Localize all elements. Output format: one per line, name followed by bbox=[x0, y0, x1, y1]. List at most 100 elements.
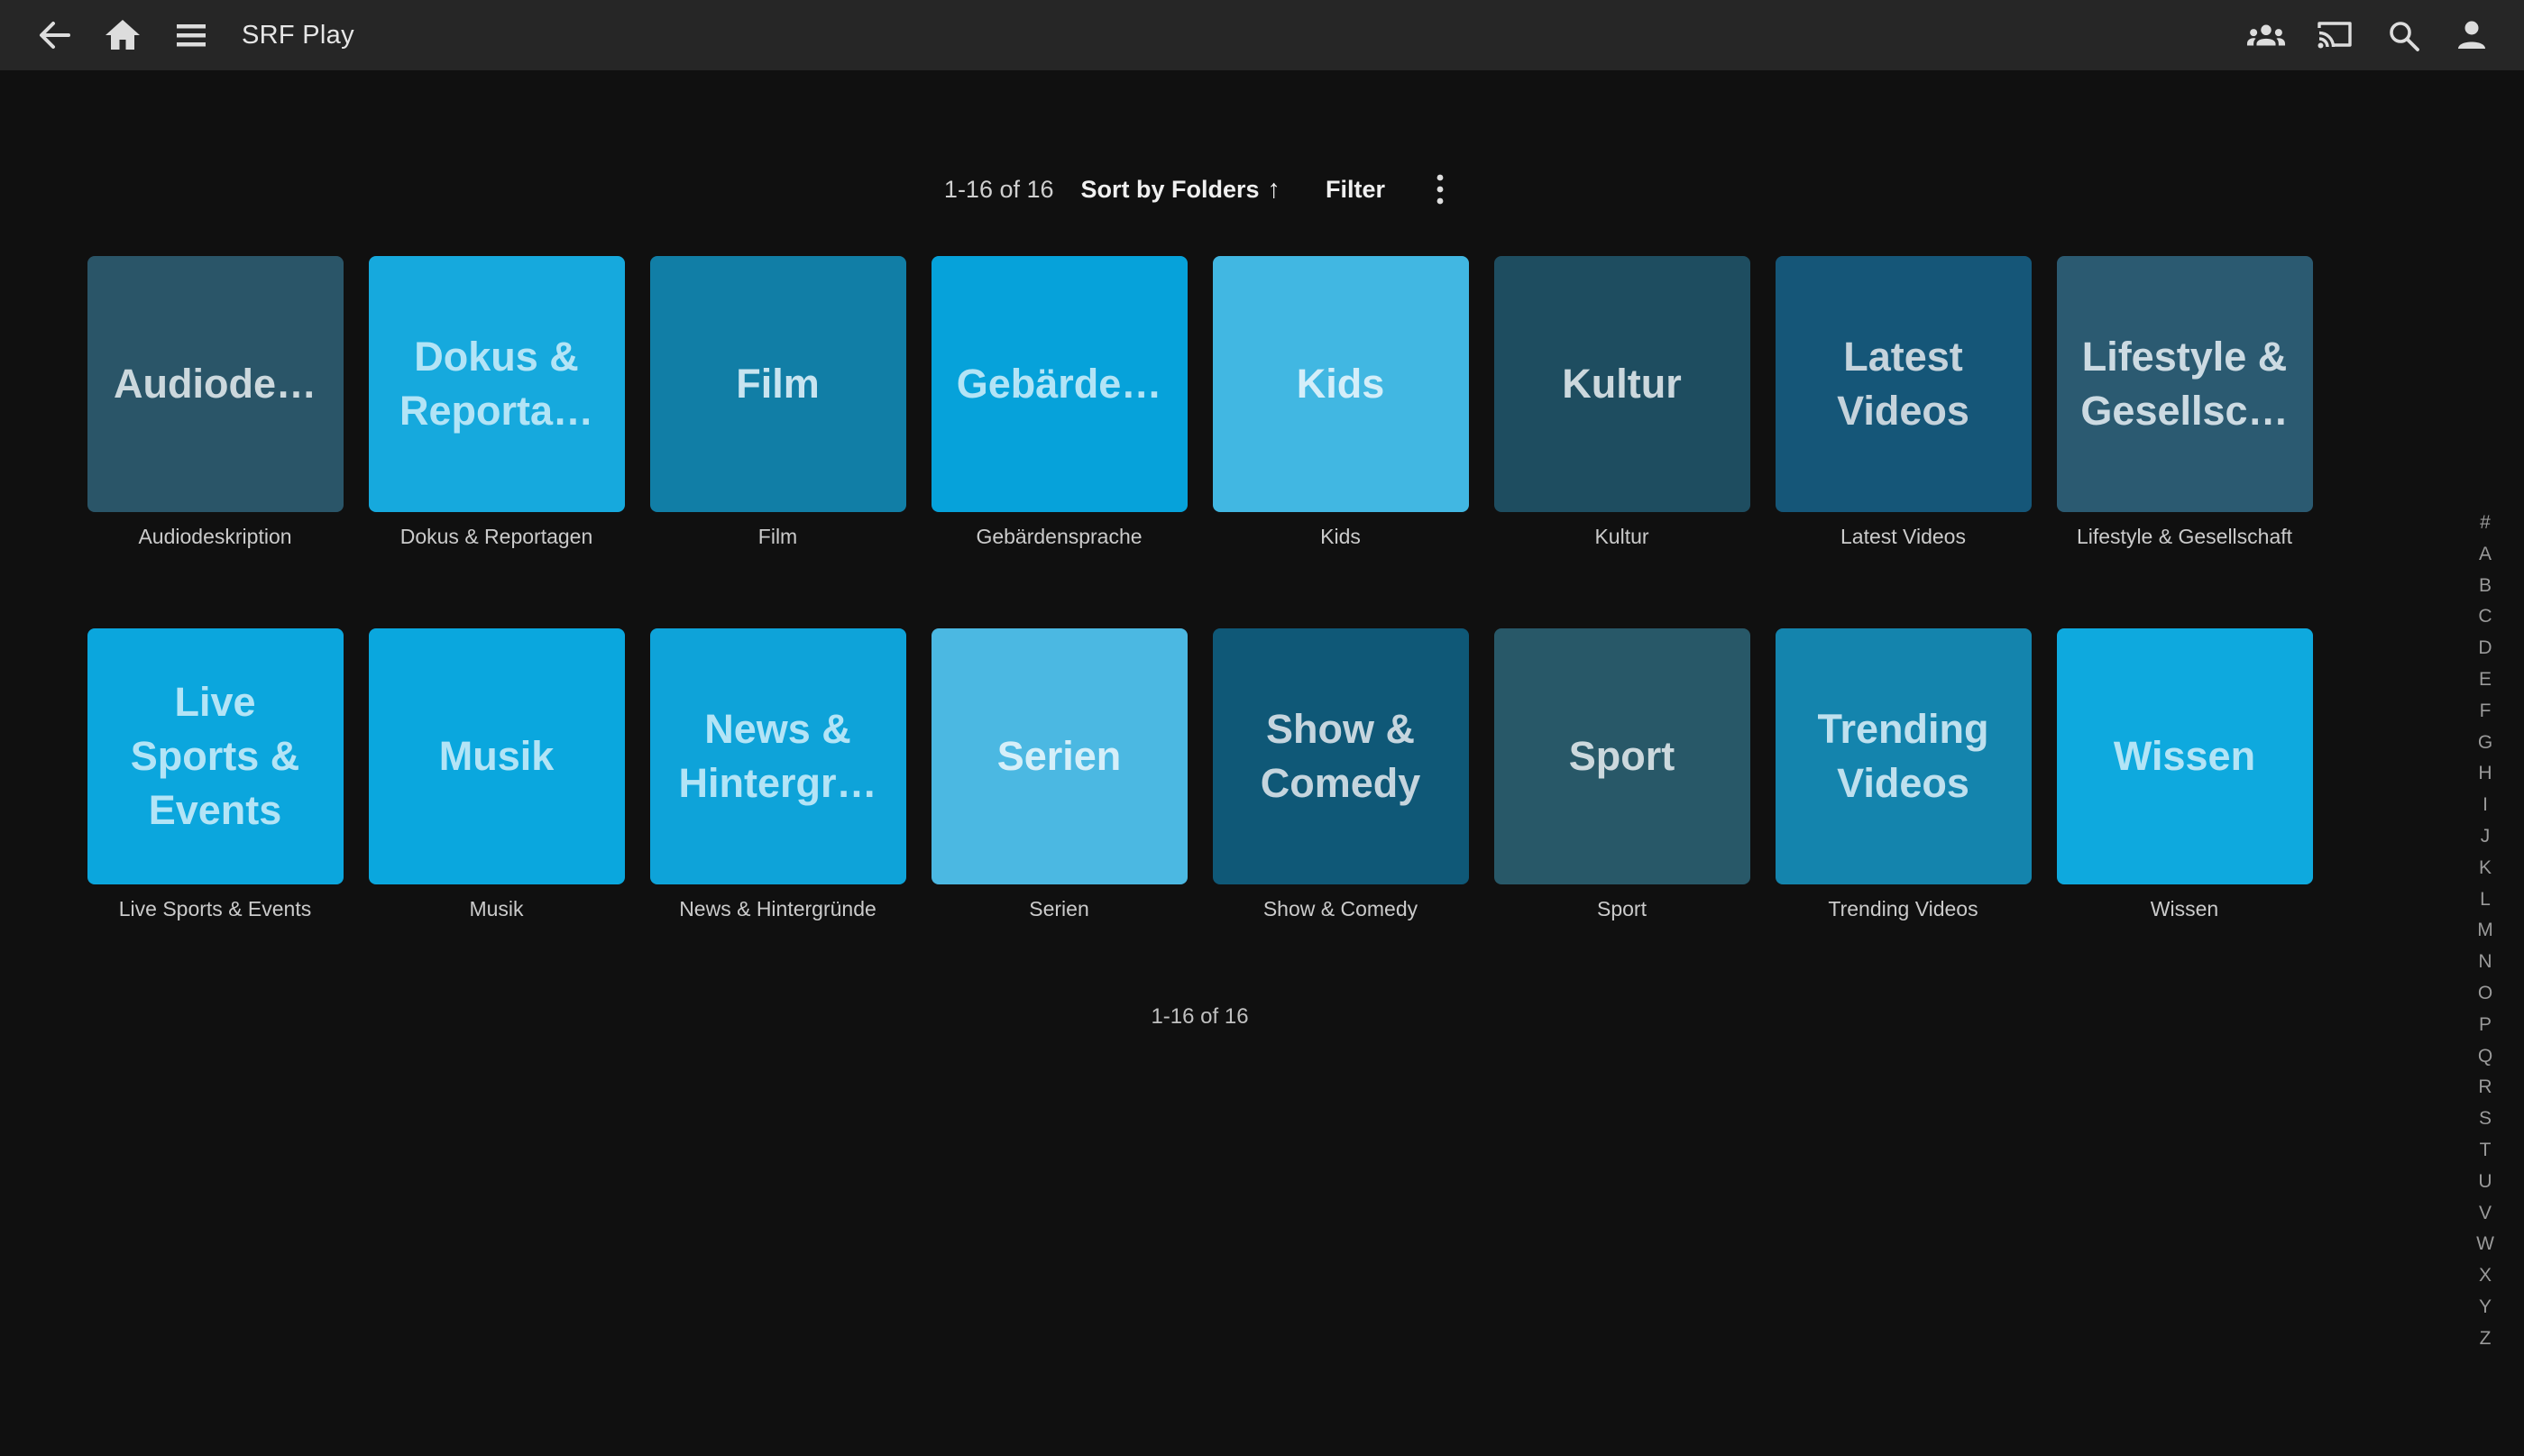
folder-tile-musik[interactable]: Musik bbox=[369, 628, 625, 884]
alpha-letter-f[interactable]: F bbox=[2480, 696, 2492, 728]
alpha-letter-v[interactable]: V bbox=[2479, 1198, 2492, 1230]
folder-tile-title: Kids bbox=[1288, 357, 1394, 411]
cast-icon bbox=[2315, 15, 2354, 55]
folder-tile-audiodeskription[interactable]: Audiode… bbox=[87, 256, 344, 512]
alpha-letter-g[interactable]: G bbox=[2478, 728, 2492, 759]
alpha-letter-hash[interactable]: # bbox=[2480, 508, 2491, 539]
folder-name-label[interactable]: Wissen bbox=[2057, 897, 2313, 921]
folder-name-label[interactable]: Trending Videos bbox=[1776, 897, 2032, 921]
folder-name-label[interactable]: Film bbox=[650, 525, 906, 549]
alpha-letter-j[interactable]: J bbox=[2481, 821, 2491, 853]
folder-tile-kids[interactable]: Kids bbox=[1213, 256, 1469, 512]
back-arrow-icon bbox=[36, 17, 72, 53]
folder-name-label[interactable]: News & Hintergründe bbox=[650, 897, 906, 921]
library-folder-wissen: Wissen Wissen bbox=[2057, 628, 2313, 921]
search-button[interactable] bbox=[2383, 15, 2423, 55]
folder-tile-title: Audiode… bbox=[105, 357, 326, 411]
search-icon bbox=[2384, 16, 2422, 54]
alpha-letter-b[interactable]: B bbox=[2479, 571, 2492, 602]
library-folder-trending-videos: Trending Videos Trending Videos bbox=[1776, 628, 2032, 921]
folder-tile-live-sports-events[interactable]: Live Sports & Events bbox=[87, 628, 344, 884]
library-folder-live-sports-events: Live Sports & Events Live Sports & Events bbox=[87, 628, 344, 921]
folder-tile-title: Sport bbox=[1560, 729, 1684, 783]
folder-tile-news-hintergruende[interactable]: News & Hintergr… bbox=[650, 628, 906, 884]
back-button[interactable] bbox=[34, 15, 74, 55]
user-button[interactable] bbox=[2452, 15, 2492, 55]
cast-button[interactable] bbox=[2315, 15, 2354, 55]
folder-name-label[interactable]: Latest Videos bbox=[1776, 525, 2032, 549]
folder-name-label[interactable]: Gebärdensprache bbox=[932, 525, 1188, 549]
alpha-letter-u[interactable]: U bbox=[2478, 1167, 2492, 1198]
library-folder-film: Film Film bbox=[650, 256, 906, 549]
alpha-letter-n[interactable]: N bbox=[2478, 947, 2492, 978]
folder-tile-title: Film bbox=[727, 357, 829, 411]
alpha-letter-k[interactable]: K bbox=[2479, 853, 2492, 884]
alpha-letter-c[interactable]: C bbox=[2478, 601, 2492, 633]
folder-name-label[interactable]: Audiodeskription bbox=[87, 525, 344, 549]
alpha-letter-w[interactable]: W bbox=[2476, 1229, 2494, 1260]
folder-tile-title: Lifestyle & Gesellsc… bbox=[2071, 330, 2297, 438]
alpha-letter-z[interactable]: Z bbox=[2480, 1323, 2492, 1355]
alpha-letter-h[interactable]: H bbox=[2478, 758, 2492, 790]
alpha-letter-e[interactable]: E bbox=[2479, 664, 2492, 696]
folder-tile-show-comedy[interactable]: Show & Comedy bbox=[1213, 628, 1469, 884]
filter-button[interactable]: Filter bbox=[1326, 176, 1385, 204]
library-folder-serien: Serien Serien bbox=[932, 628, 1188, 921]
sort-button-label: Sort by Folders bbox=[1081, 176, 1260, 204]
folder-tile-dokus-reportagen[interactable]: Dokus & Reporta… bbox=[369, 256, 625, 512]
more-options-button[interactable] bbox=[1425, 171, 1455, 207]
sort-ascending-icon: ↑ bbox=[1268, 177, 1281, 203]
folder-tile-gebaerdensprache[interactable]: Gebärde… bbox=[932, 256, 1188, 512]
alpha-letter-i[interactable]: I bbox=[2483, 790, 2488, 821]
alpha-picker: #ABCDEFGHIJKLMNOPQRSTUVWXYZ bbox=[2470, 508, 2501, 1355]
alpha-letter-m[interactable]: M bbox=[2477, 915, 2493, 947]
folder-name-label[interactable]: Show & Comedy bbox=[1213, 897, 1469, 921]
alpha-letter-p[interactable]: P bbox=[2479, 1010, 2492, 1041]
library-folder-news-hintergruende: News & Hintergr… News & Hintergründe bbox=[650, 628, 906, 921]
folder-tile-kultur[interactable]: Kultur bbox=[1494, 256, 1750, 512]
syncplay-button[interactable] bbox=[2246, 15, 2286, 55]
app-header: SRF Play bbox=[0, 0, 2524, 70]
folder-tile-title: Latest Videos bbox=[1828, 330, 1978, 438]
alpha-letter-q[interactable]: Q bbox=[2478, 1041, 2492, 1073]
folder-name-label[interactable]: Kultur bbox=[1494, 525, 1750, 549]
home-icon bbox=[104, 16, 142, 54]
alpha-letter-a[interactable]: A bbox=[2479, 539, 2492, 571]
alpha-letter-d[interactable]: D bbox=[2478, 633, 2492, 664]
alpha-letter-y[interactable]: Y bbox=[2479, 1292, 2492, 1323]
folder-name-label[interactable]: Dokus & Reportagen bbox=[369, 525, 625, 549]
alpha-letter-r[interactable]: R bbox=[2478, 1072, 2492, 1103]
folder-name-label[interactable]: Kids bbox=[1213, 525, 1469, 549]
groups-icon bbox=[2246, 14, 2286, 56]
alpha-letter-o[interactable]: O bbox=[2478, 978, 2492, 1010]
alpha-letter-x[interactable]: X bbox=[2479, 1260, 2492, 1292]
folder-tile-title: Show & Comedy bbox=[1252, 702, 1430, 810]
alpha-letter-s[interactable]: S bbox=[2479, 1103, 2492, 1135]
results-count-top: 1-16 of 16 bbox=[944, 176, 1054, 204]
folder-tile-title: Dokus & Reporta… bbox=[390, 330, 602, 438]
folder-tile-wissen[interactable]: Wissen bbox=[2057, 628, 2313, 884]
folder-name-label[interactable]: Serien bbox=[932, 897, 1188, 921]
folder-tile-title: Trending Videos bbox=[1809, 702, 1998, 810]
menu-button[interactable] bbox=[171, 15, 211, 55]
sort-button[interactable]: Sort by Folders ↑ bbox=[1081, 176, 1281, 204]
home-button[interactable] bbox=[103, 15, 142, 55]
library-folder-musik: Musik Musik bbox=[369, 628, 625, 921]
folder-tile-film[interactable]: Film bbox=[650, 256, 906, 512]
folder-tile-serien[interactable]: Serien bbox=[932, 628, 1188, 884]
folder-tile-sport[interactable]: Sport bbox=[1494, 628, 1750, 884]
folder-tile-title: News & Hintergr… bbox=[669, 702, 886, 810]
library-folder-show-comedy: Show & Comedy Show & Comedy bbox=[1213, 628, 1469, 921]
folder-name-label[interactable]: Live Sports & Events bbox=[87, 897, 344, 921]
library-folder-latest-videos: Latest Videos Latest Videos bbox=[1776, 256, 2032, 549]
folder-name-label[interactable]: Lifestyle & Gesellschaft bbox=[2057, 525, 2313, 549]
folder-tile-trending-videos[interactable]: Trending Videos bbox=[1776, 628, 2032, 884]
folder-name-label[interactable]: Musik bbox=[369, 897, 625, 921]
folder-tile-latest-videos[interactable]: Latest Videos bbox=[1776, 256, 2032, 512]
vertical-ellipsis-icon bbox=[1436, 171, 1445, 207]
folder-tile-title: Serien bbox=[988, 729, 1131, 783]
alpha-letter-l[interactable]: L bbox=[2480, 884, 2491, 916]
folder-name-label[interactable]: Sport bbox=[1494, 897, 1750, 921]
alpha-letter-t[interactable]: T bbox=[2480, 1135, 2492, 1167]
folder-tile-lifestyle-gesellschaft[interactable]: Lifestyle & Gesellsc… bbox=[2057, 256, 2313, 512]
